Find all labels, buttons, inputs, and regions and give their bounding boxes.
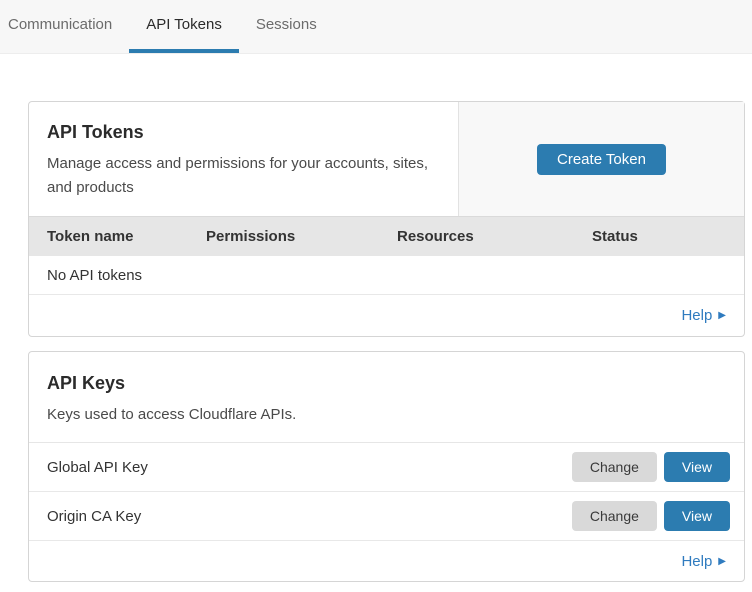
api-tokens-help-link[interactable]: Help ▶ [681,307,726,324]
api-tokens-title: API Tokens [47,122,438,143]
tab-communication[interactable]: Communication [8,0,129,53]
api-tokens-card-footer: Help ▶ [29,295,744,336]
tokens-table-header-resources: Resources [379,217,574,256]
api-key-actions: Change View [572,452,730,482]
api-key-row-global: Global API Key Change View [29,443,744,492]
tokens-table-header-row: Token name Permissions Resources Status [29,216,744,256]
api-key-name: Origin CA Key [47,508,141,525]
api-keys-title: API Keys [47,373,726,394]
help-link-label: Help [681,553,712,570]
api-key-row-origin-ca: Origin CA Key Change View [29,492,744,541]
api-key-actions: Change View [572,501,730,531]
api-tokens-card-header: API Tokens Manage access and permissions… [29,102,744,216]
api-tokens-card: API Tokens Manage access and permissions… [28,101,745,337]
origin-ca-key-view-button[interactable]: View [664,501,730,531]
tokens-table-empty-row: No API tokens [29,256,744,295]
api-keys-card: API Keys Keys used to access Cloudflare … [28,351,745,582]
api-tokens-card-header-text: API Tokens Manage access and permissions… [29,102,458,216]
help-link-label: Help [681,307,712,324]
global-api-key-view-button[interactable]: View [664,452,730,482]
api-keys-description: Keys used to access Cloudflare APIs. [47,403,726,427]
arrow-right-icon: ▶ [718,311,726,321]
global-api-key-change-button[interactable]: Change [572,452,657,482]
tab-api-tokens[interactable]: API Tokens [129,0,239,53]
api-tokens-description: Manage access and permissions for your a… [47,152,438,200]
tokens-table-header-token-name: Token name [29,217,188,256]
create-token-button[interactable]: Create Token [537,144,666,175]
tokens-empty-message: No API tokens [47,267,142,284]
origin-ca-key-change-button[interactable]: Change [572,501,657,531]
arrow-right-icon: ▶ [718,557,726,567]
api-tokens-card-header-actions: Create Token [458,102,744,216]
tokens-table-header-permissions: Permissions [188,217,379,256]
tokens-table-header-status: Status [574,217,744,256]
api-keys-card-footer: Help ▶ [29,541,744,581]
api-keys-card-header: API Keys Keys used to access Cloudflare … [29,352,744,443]
tab-bar: Communication API Tokens Sessions [0,0,752,54]
api-key-name: Global API Key [47,459,148,476]
main-content: API Tokens Manage access and permissions… [28,101,745,582]
api-keys-help-link[interactable]: Help ▶ [681,553,726,570]
tab-sessions[interactable]: Sessions [239,0,334,53]
